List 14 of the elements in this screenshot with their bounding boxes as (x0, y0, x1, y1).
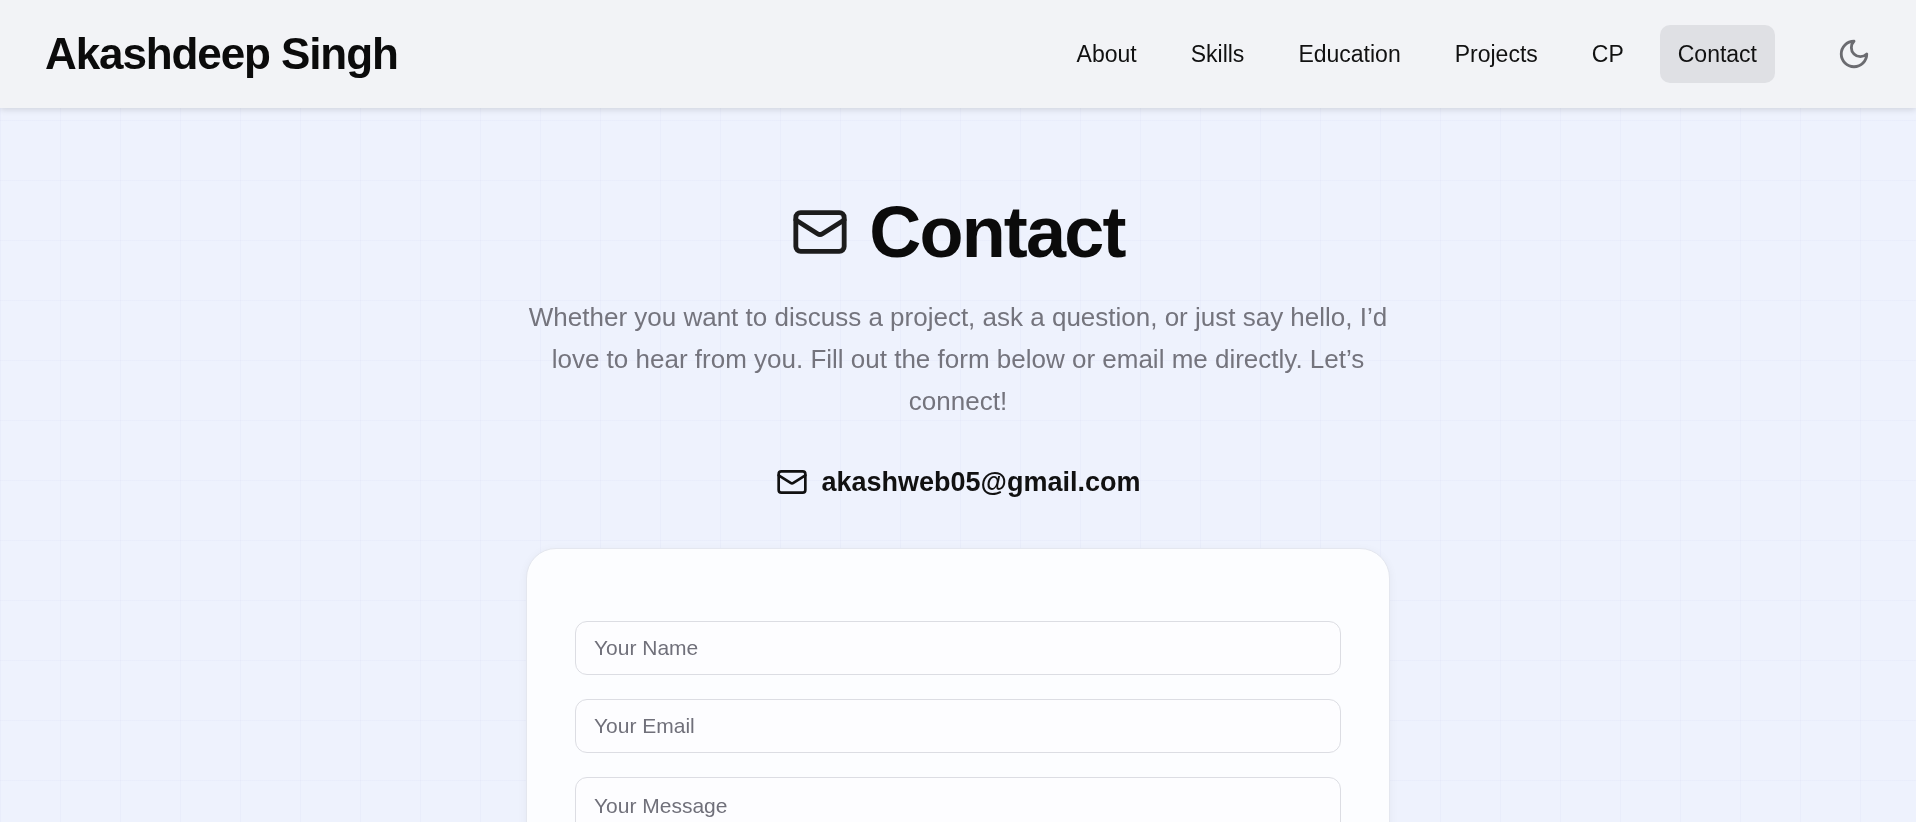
site-title: Akashdeep Singh (45, 28, 398, 80)
page-heading: Contact (869, 196, 1125, 268)
nav-link[interactable]: Education (1280, 24, 1419, 84)
nav-link[interactable]: Projects (1436, 24, 1556, 84)
message-field[interactable]: Your Message (575, 776, 1341, 822)
moon-icon[interactable] (1837, 37, 1871, 71)
nav-link[interactable]: CP (1573, 24, 1642, 84)
email-link[interactable]: akashweb05@gmail.com (821, 462, 1141, 503)
nav-link[interactable]: About (1058, 24, 1155, 84)
intro-paragraph: Whether you want to discuss a project, ask a question, or just say hello, I’d love to hear from you. Fill out the form below or email me directly. Let’s connect! (528, 301, 1388, 418)
text-field[interactable]: Your Email (575, 698, 1341, 753)
text-field[interactable]: Your Name (575, 620, 1341, 675)
nav-link[interactable]: Skills (1172, 24, 1263, 84)
nav-link[interactable]: Contact (1659, 24, 1775, 84)
